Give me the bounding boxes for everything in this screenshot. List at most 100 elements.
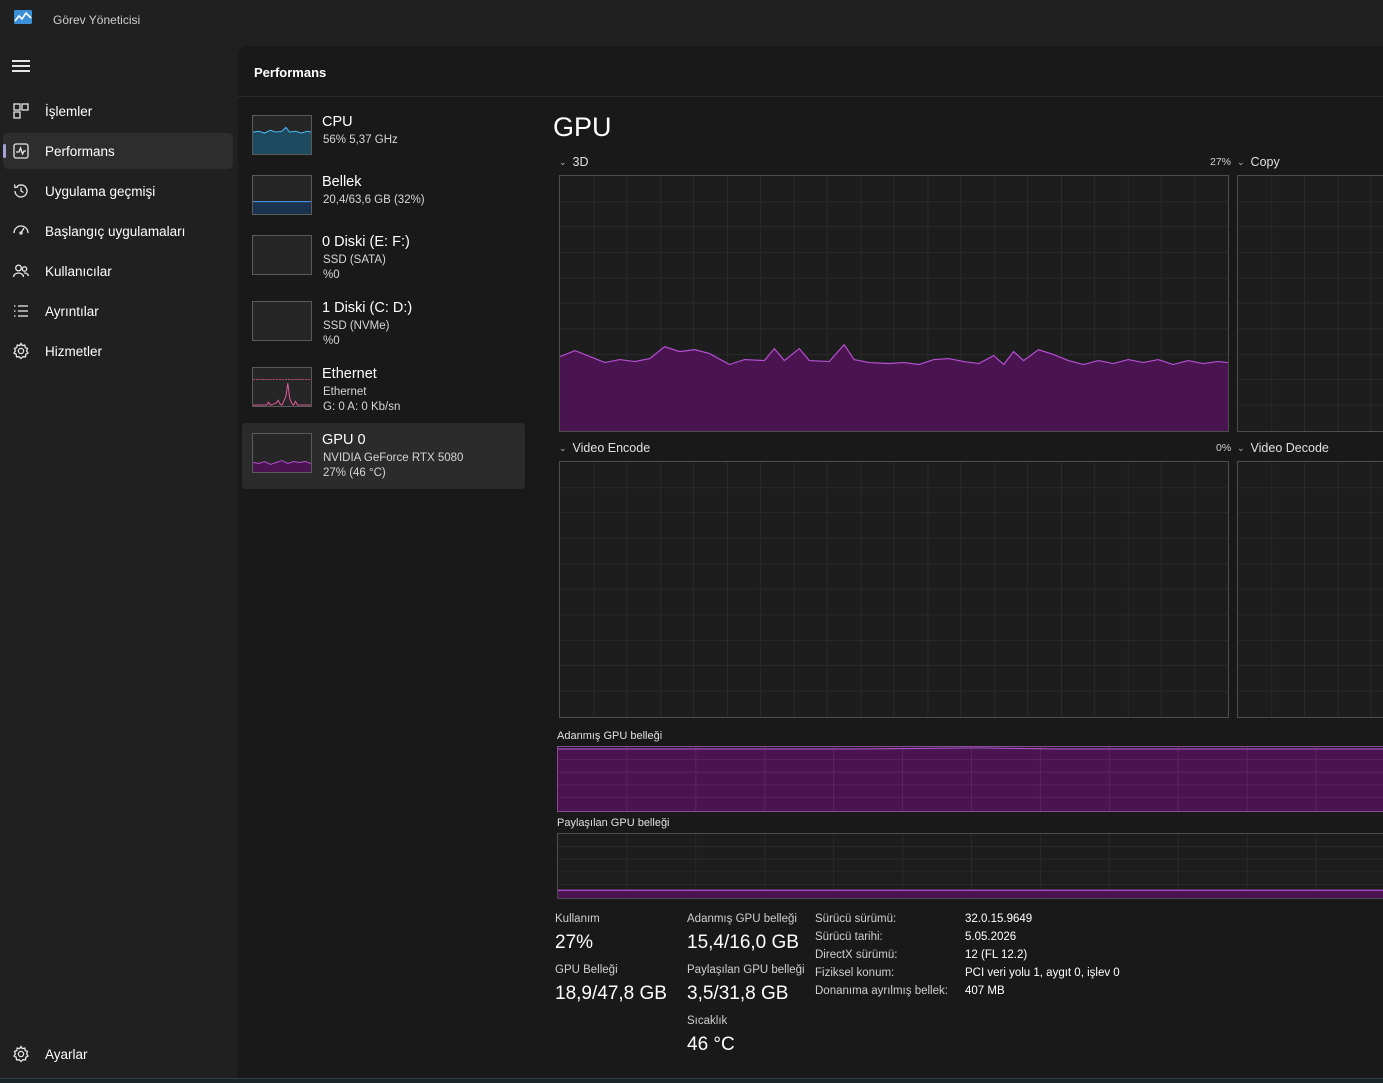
info-key: Sürücü sürümü: <box>815 913 897 925</box>
nav-label: Ayrıntılar <box>45 304 99 319</box>
resource-name: 0 Diski (E: F:) <box>322 234 410 250</box>
resource-item-memory[interactable]: Bellek 20,4/63,6 GB (32%) <box>242 165 525 231</box>
nav-label: Uygulama geçmişi <box>45 184 156 199</box>
nav-label: Performans <box>45 144 115 159</box>
gpu-3d-graph <box>559 175 1229 432</box>
content-header: Performans <box>238 46 1383 97</box>
gpu-copy-graph <box>1237 175 1383 432</box>
taskbar-edge <box>0 1078 1383 1083</box>
gpu-thumbnail-graph <box>252 433 312 473</box>
gpu-memory-label: GPU Belleği <box>555 964 618 976</box>
usage-label: Kullanım <box>555 913 600 925</box>
engine-label: 3D <box>572 155 589 169</box>
engine-percent: 0% <box>1216 442 1232 454</box>
cpu-thumbnail-graph <box>252 115 312 155</box>
startup-icon <box>13 225 29 235</box>
engine-selector-video-decode[interactable]: ⌄ Video Decode <box>1237 441 1329 455</box>
resource-detail: 56% 5,37 GHz <box>323 134 398 146</box>
resource-name: Bellek <box>322 174 362 190</box>
resource-detail: 27% (46 °C) <box>323 467 386 479</box>
info-key: Sürücü tarihi: <box>815 931 883 943</box>
services-icon <box>13 342 29 360</box>
nav-item-processes[interactable]: İşlemler <box>3 93 233 129</box>
gpu-video-decode-graph <box>1237 461 1383 718</box>
temperature-value: 46 °C <box>687 1034 735 1055</box>
disk-1-thumbnail-graph <box>252 301 312 341</box>
resource-detail: SSD (SATA) <box>323 254 386 266</box>
engine-selector-video-encode[interactable]: ⌄ Video Encode <box>559 441 650 455</box>
nav-item-users[interactable]: Kullanıcılar <box>3 253 233 289</box>
memory-thumbnail-graph <box>252 175 312 215</box>
task-manager-app-icon <box>14 10 32 24</box>
resource-detail: Ethernet <box>323 386 367 398</box>
resource-item-disk-0[interactable]: 0 Diski (E: F:) SSD (SATA) %0 <box>242 225 525 291</box>
shared-memory-graph <box>557 833 1383 899</box>
nav-item-settings[interactable]: Ayarlar <box>3 1036 233 1072</box>
info-key: Donanıma ayrılmış bellek: <box>815 985 948 997</box>
chevron-down-icon: ⌄ <box>1237 443 1245 453</box>
hamburger-menu-icon[interactable] <box>12 60 30 74</box>
history-icon <box>13 184 28 198</box>
nav-item-startup-apps[interactable]: Başlangıç uygulamaları <box>3 213 233 249</box>
resource-detail: %0 <box>323 269 340 281</box>
shared-stat-label: Paylaşılan GPU belleği <box>687 964 805 976</box>
nav-label: İşlemler <box>45 104 93 119</box>
resource-detail: G: 0 A: 0 Kb/sn <box>323 401 401 413</box>
window-title: Görev Yöneticisi <box>53 13 141 27</box>
dedicated-stat-label: Adanmış GPU belleği <box>687 913 797 925</box>
info-key: Fiziksel konum: <box>815 967 895 979</box>
resource-detail: 20,4/63,6 GB (32%) <box>323 194 425 206</box>
chevron-down-icon: ⌄ <box>559 157 567 167</box>
info-value: 5.05.2026 <box>965 931 1017 943</box>
nav-label: Kullanıcılar <box>45 264 112 279</box>
processes-icon <box>13 103 29 119</box>
engine-label: Video Encode <box>572 441 651 455</box>
nav-item-services[interactable]: Hizmetler <box>3 333 233 369</box>
content-panel: Performans CPU 56% 5,37 GHz Bellek 20,4/… <box>238 46 1383 1083</box>
usage-value: 27% <box>555 932 594 953</box>
info-value: 32.0.15.9649 <box>965 913 1033 925</box>
resource-name: Ethernet <box>322 366 377 382</box>
shared-memory-label: Paylaşılan GPU belleği <box>557 817 670 829</box>
disk-0-thumbnail-graph <box>252 235 312 275</box>
resource-item-disk-1[interactable]: 1 Diski (C: D:) SSD (NVMe) %0 <box>242 291 525 357</box>
info-key: DirectX sürümü: <box>815 949 898 961</box>
detail-title: GPU <box>553 112 612 142</box>
nav-item-app-history[interactable]: Uygulama geçmişi <box>3 173 233 209</box>
engine-selector-3d[interactable]: ⌄ 3D <box>559 155 589 169</box>
nav-item-performance[interactable]: Performans <box>3 133 233 169</box>
nav-label: Hizmetler <box>45 344 103 359</box>
left-navigation: İşlemler Performans Uygulama geçmişi Baş… <box>0 40 238 1083</box>
resource-item-gpu-0[interactable]: GPU 0 NVIDIA GeForce RTX 5080 27% (46 °C… <box>242 423 525 489</box>
performance-icon <box>13 143 29 159</box>
resource-name: 1 Diski (C: D:) <box>322 300 413 316</box>
chevron-down-icon: ⌄ <box>1237 157 1245 167</box>
engine-label: Copy <box>1250 155 1280 169</box>
resource-detail: NVIDIA GeForce RTX 5080 <box>323 452 464 464</box>
nav-item-details[interactable]: Ayrıntılar <box>3 293 233 329</box>
dedicated-stat-value: 15,4/16,0 GB <box>687 932 799 953</box>
engine-percent: 27% <box>1210 156 1232 168</box>
details-icon <box>14 305 28 317</box>
resource-item-cpu[interactable]: CPU 56% 5,37 GHz <box>242 105 525 171</box>
resource-item-ethernet[interactable]: Ethernet Ethernet G: 0 A: 0 Kb/sn <box>242 357 525 423</box>
engine-label: Video Decode <box>1250 441 1329 455</box>
info-value: PCI veri yolu 1, aygıt 0, işlev 0 <box>965 967 1120 979</box>
engine-selector-copy[interactable]: ⌄ Copy <box>1237 155 1280 169</box>
resource-detail: %0 <box>323 335 340 347</box>
ethernet-thumbnail-graph <box>252 367 312 407</box>
resource-detail: SSD (NVMe) <box>323 320 390 332</box>
settings-label: Ayarlar <box>45 1047 88 1062</box>
info-value: 407 MB <box>965 985 1005 997</box>
resource-name: GPU 0 <box>322 432 366 448</box>
dedicated-memory-graph <box>557 746 1383 812</box>
gpu-memory-value: 18,9/47,8 GB <box>555 983 667 1004</box>
page-title: Performans <box>254 65 327 80</box>
resource-name: CPU <box>322 114 353 130</box>
title-bar: Görev Yöneticisi <box>0 0 1383 40</box>
temperature-label: Sıcaklık <box>687 1015 728 1027</box>
gpu-video-encode-graph <box>559 461 1229 718</box>
nav-label: Başlangıç uygulamaları <box>45 224 186 239</box>
gear-icon <box>13 1045 29 1063</box>
chevron-down-icon: ⌄ <box>559 443 567 453</box>
